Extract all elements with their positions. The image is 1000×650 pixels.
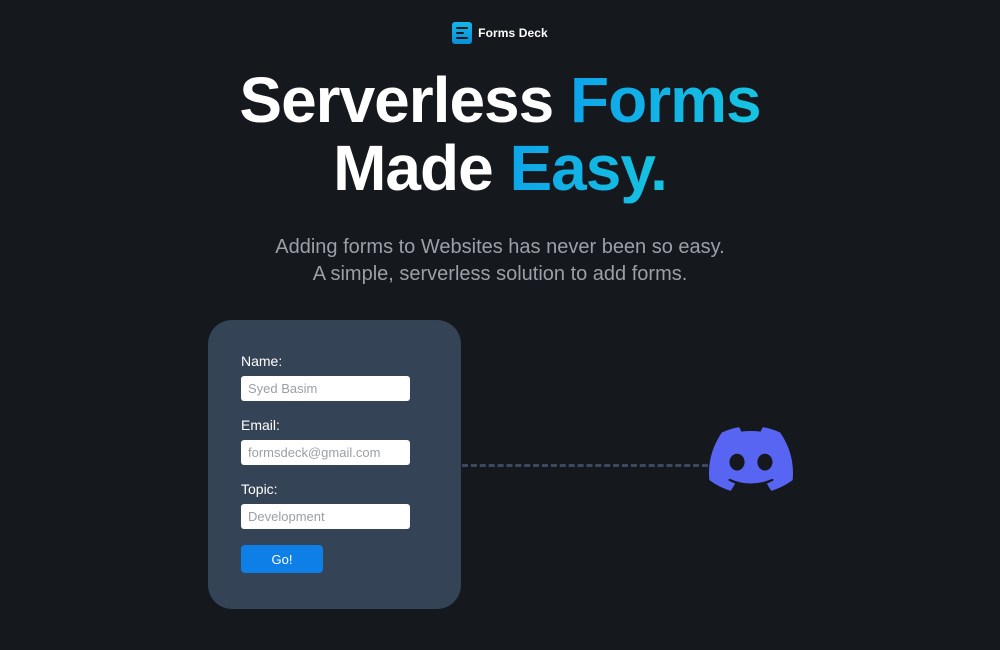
discord-icon [709,427,793,491]
forms-deck-logo-icon [452,22,473,44]
landing-page: Forms Deck Serverless Forms Made Easy. A… [0,0,1000,650]
hero-headline: Serverless Forms Made Easy. [0,66,1000,202]
topic-label: Topic: [241,481,278,497]
brand[interactable]: Forms Deck [0,22,1000,44]
headline-word-forms: Forms [570,64,762,136]
hero-subtitle: Adding forms to Websites has never been … [0,234,1000,288]
demo-form-card: Name: Email: Topic: Go! [208,320,461,609]
topic-input[interactable] [241,504,410,529]
headline-word-easy: Easy. [509,132,667,204]
dashed-connector [462,464,708,467]
go-button[interactable]: Go! [241,545,323,573]
email-input[interactable] [241,440,410,465]
name-input[interactable] [241,376,410,401]
headline-word-made: Made [333,132,494,204]
email-label: Email: [241,417,280,433]
subtitle-line-2: A simple, serverless solution to add for… [312,263,688,285]
subtitle-line-1: Adding forms to Websites has never been … [275,236,725,258]
brand-name: Forms Deck [478,26,548,40]
headline-word-serverless: Serverless [239,64,554,136]
headline-line-2: Made Easy. [0,134,1000,202]
name-label: Name: [241,353,283,369]
headline-line-1: Serverless Forms [0,66,1000,134]
